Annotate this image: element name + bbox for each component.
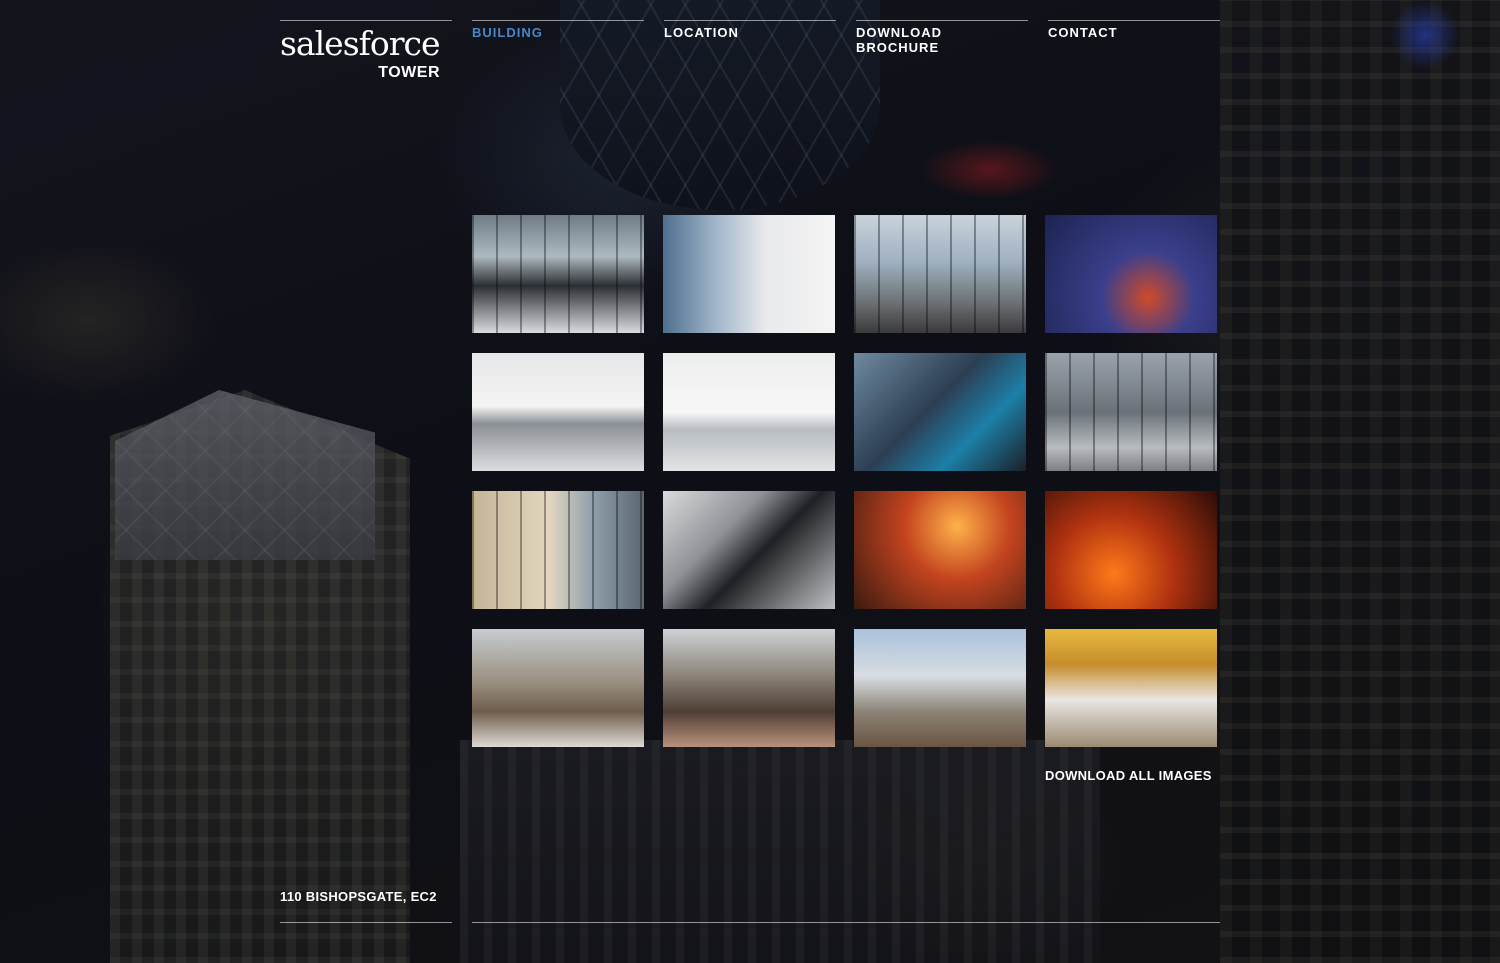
gallery-thumbnail[interactable] bbox=[472, 215, 644, 333]
gallery-thumbnail[interactable] bbox=[663, 491, 835, 609]
gallery-thumbnail[interactable] bbox=[1045, 215, 1217, 333]
gallery-thumbnail[interactable] bbox=[854, 215, 1026, 333]
nav-download-brochure[interactable]: DOWNLOAD BROCHURE bbox=[856, 25, 1028, 55]
logo-subtitle: TOWER bbox=[378, 64, 440, 81]
footer-rule-left bbox=[280, 922, 452, 923]
header-rule-nav-1 bbox=[472, 20, 644, 21]
gallery-thumbnail[interactable] bbox=[854, 629, 1026, 747]
gallery-thumbnail[interactable] bbox=[663, 353, 835, 471]
gallery-thumbnail[interactable] bbox=[1045, 491, 1217, 609]
header-rule-nav-4 bbox=[1048, 20, 1220, 21]
gallery-thumbnail[interactable] bbox=[663, 215, 835, 333]
header-rule-nav-2 bbox=[664, 20, 836, 21]
nav-building[interactable]: BUILDING bbox=[472, 25, 644, 41]
gallery-thumbnail[interactable] bbox=[472, 629, 644, 747]
thumbnail-window-pattern bbox=[854, 215, 1026, 333]
gallery-thumbnail[interactable] bbox=[472, 491, 644, 609]
footer-rule-right bbox=[472, 922, 1220, 923]
gallery-thumbnail[interactable] bbox=[663, 629, 835, 747]
header-rule-logo bbox=[280, 20, 452, 21]
footer-address: 110 BISHOPSGATE, EC2 bbox=[280, 889, 437, 904]
background-overlay bbox=[0, 0, 1500, 963]
gallery-thumbnail[interactable] bbox=[854, 491, 1026, 609]
thumbnail-window-pattern bbox=[472, 215, 644, 333]
gallery-thumbnail[interactable] bbox=[1045, 629, 1217, 747]
gallery-thumbnail[interactable] bbox=[854, 353, 1026, 471]
nav-contact[interactable]: CONTACT bbox=[1048, 25, 1220, 41]
background-cityscape bbox=[0, 0, 1500, 963]
gallery-thumbnail[interactable] bbox=[1045, 353, 1217, 471]
gallery-thumbnail[interactable] bbox=[472, 353, 644, 471]
logo-wordmark: salesforce bbox=[280, 24, 440, 63]
thumbnail-window-pattern bbox=[1045, 353, 1217, 471]
header-rule-nav-3 bbox=[856, 20, 1028, 21]
nav-location[interactable]: LOCATION bbox=[664, 25, 836, 41]
download-all-images-link[interactable]: DOWNLOAD ALL IMAGES bbox=[1045, 768, 1212, 783]
thumbnail-window-pattern bbox=[472, 491, 644, 609]
salesforce-tower-logo[interactable]: salesforce TOWER bbox=[280, 24, 452, 84]
